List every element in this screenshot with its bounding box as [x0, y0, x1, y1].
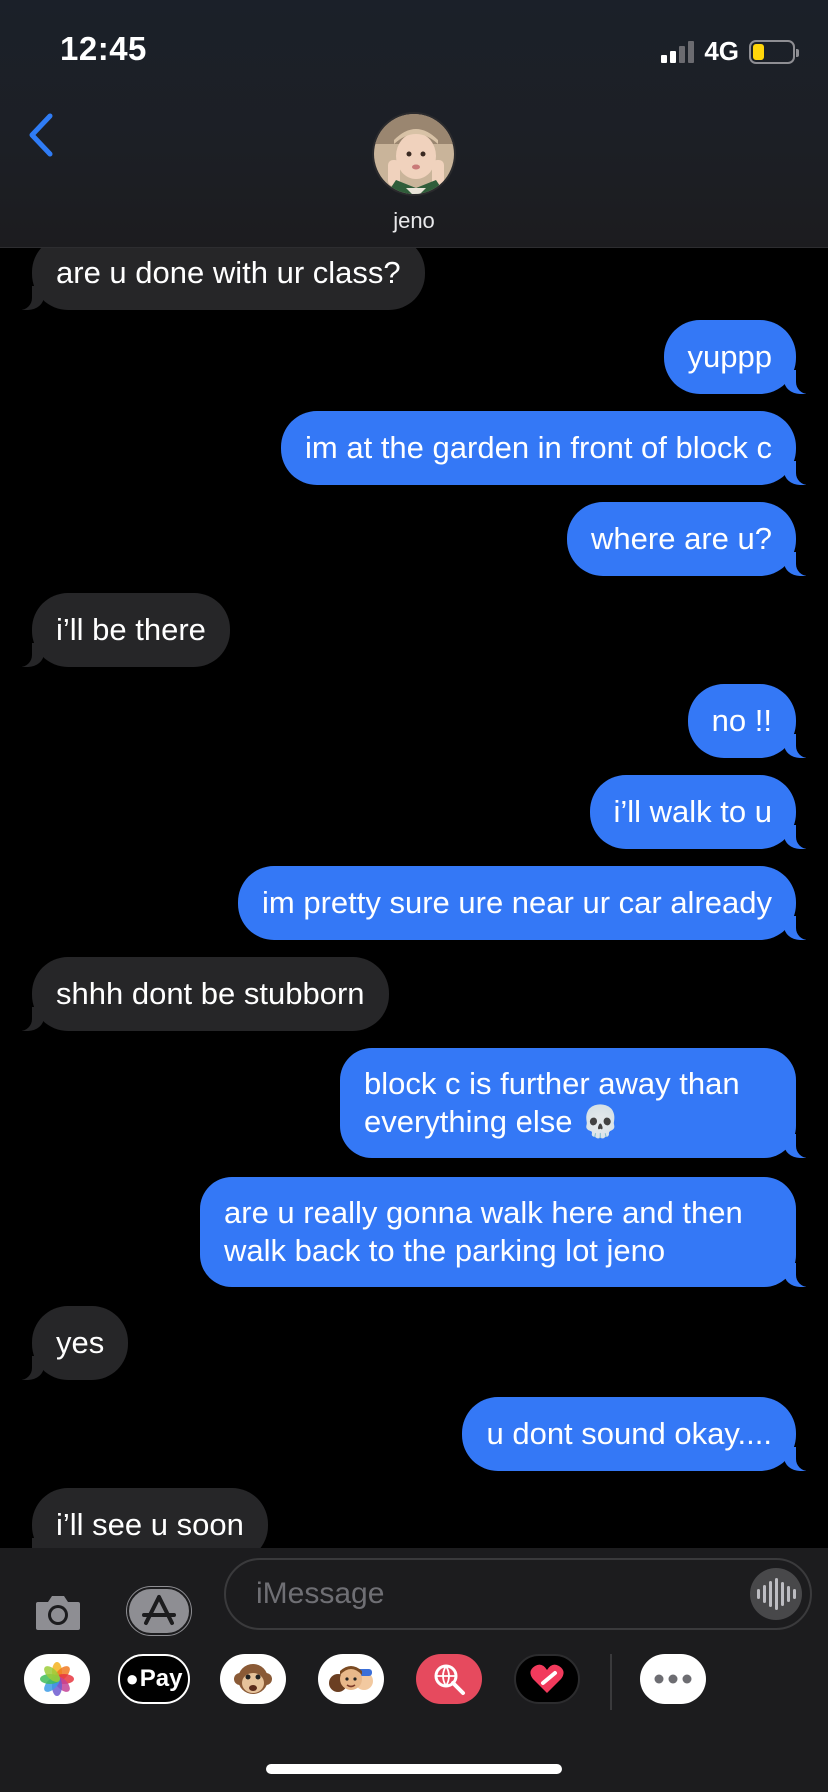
app-drawer: ● Pay: [0, 1654, 828, 1734]
message-text-line: are u really gonna walk here and then: [224, 1195, 743, 1230]
message-text: i’ll walk to u: [613, 794, 773, 829]
message-outgoing[interactable]: where are u?: [567, 502, 818, 576]
message-outgoing[interactable]: u dont sound okay....: [462, 1397, 818, 1471]
message-text-line: everything else 💀: [364, 1104, 620, 1139]
signal-icon: [661, 40, 695, 63]
message-outgoing[interactable]: block c is further away than everything …: [340, 1048, 818, 1158]
heart-icon[interactable]: [514, 1654, 580, 1704]
search-globe-icon[interactable]: [416, 1654, 482, 1704]
message-text: i’ll be there: [56, 612, 206, 647]
message-text-line: block c is further away than: [364, 1066, 740, 1101]
message-text: shhh dont be stubborn: [56, 976, 365, 1011]
audio-waveform-icon[interactable]: [750, 1568, 802, 1620]
home-indicator[interactable]: [266, 1764, 562, 1774]
digital-touch-heart-icon: [530, 1664, 564, 1693]
message-outgoing[interactable]: are u really gonna walk here and then wa…: [200, 1177, 818, 1287]
apple-pay-icon[interactable]: ● Pay: [118, 1654, 190, 1704]
message-outgoing[interactable]: yuppp: [663, 320, 819, 394]
contact-name[interactable]: jeno: [0, 208, 828, 234]
imessage-input[interactable]: [256, 1574, 736, 1614]
app-store-button[interactable]: [126, 1586, 192, 1636]
more-dots-icon: [654, 1674, 692, 1684]
monkey-icon[interactable]: [220, 1654, 286, 1704]
app-store-icon: [126, 1586, 192, 1636]
message-text: i’ll see u soon: [56, 1507, 244, 1542]
photos-flower-icon: [40, 1662, 74, 1696]
image-search-icon: [434, 1664, 465, 1695]
status-time: 12:45: [60, 30, 147, 67]
contact-avatar[interactable]: [372, 112, 456, 196]
message-outgoing[interactable]: no !!: [687, 684, 819, 758]
message-text: im pretty sure ure near ur car already: [262, 885, 772, 920]
message-text: im at the garden in front of block c: [305, 430, 772, 465]
message-text: u dont sound okay....: [486, 1416, 772, 1451]
memoji-faces-icon: [329, 1666, 373, 1692]
message-incoming[interactable]: i’ll be there: [10, 593, 230, 667]
network-type: 4G: [704, 36, 739, 66]
camera-icon[interactable]: [34, 1592, 82, 1632]
conversation-header: 12:45 4G jeno: [0, 0, 828, 248]
message-text: where are u?: [591, 521, 772, 556]
message-text: no !!: [711, 703, 772, 738]
photos-icon[interactable]: [24, 1654, 90, 1704]
message-outgoing[interactable]: im at the garden in front of block c: [281, 411, 818, 485]
status-indicators: 4G: [661, 36, 799, 67]
battery-icon: [749, 39, 799, 64]
message-text: are u done with ur class?: [56, 255, 401, 290]
more-icon[interactable]: [640, 1654, 706, 1704]
message-text: yes: [56, 1325, 105, 1360]
back-chevron-icon[interactable]: [24, 112, 58, 158]
apple-pay-label: Pay: [139, 1665, 183, 1692]
message-text: yuppp: [687, 339, 772, 374]
avatar-photo: [374, 114, 454, 194]
apple-logo-icon: ●: [125, 1666, 139, 1691]
animoji-monkey-icon: [234, 1664, 272, 1694]
message-incoming[interactable]: shhh dont be stubborn: [10, 957, 389, 1031]
imessage-input-wrapper: [224, 1558, 812, 1630]
message-incoming[interactable]: yes: [9, 1306, 129, 1380]
message-text-line: walk back to the parking lot jeno: [224, 1233, 666, 1268]
message-outgoing[interactable]: im pretty sure ure near ur car already: [238, 866, 818, 940]
memoji-icon[interactable]: [318, 1654, 384, 1704]
message-outgoing[interactable]: i’ll walk to u: [589, 775, 818, 849]
message-composer-bar: ● Pay: [0, 1548, 828, 1792]
app-drawer-divider: [610, 1654, 612, 1710]
